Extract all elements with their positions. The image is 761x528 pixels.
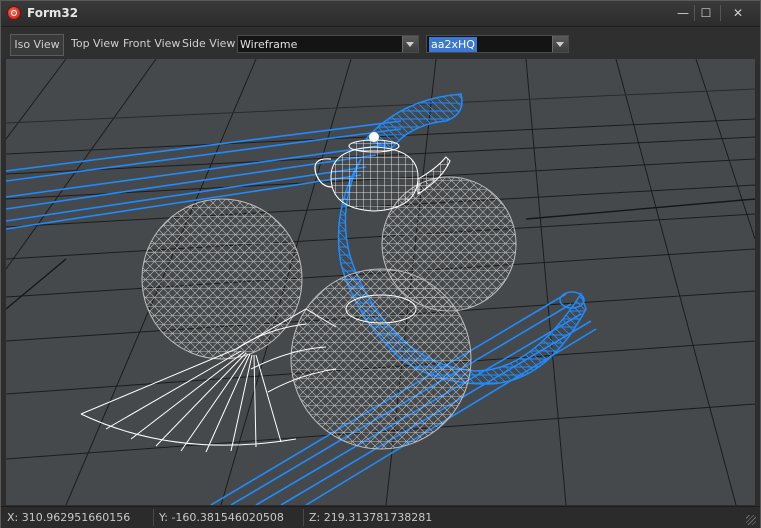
title-bar[interactable]: Form32 — ☐ ✕	[1, 1, 760, 27]
front-view-button[interactable]: Front View	[123, 34, 180, 54]
x-coordinate: X: 310.962951660156	[7, 511, 131, 524]
3d-viewport[interactable]	[6, 59, 755, 505]
z-coordinate: Z: 219.313781738281	[309, 511, 433, 524]
scene-canvas	[6, 59, 755, 505]
render-mode-select[interactable]: Wireframe	[237, 35, 419, 53]
side-view-button[interactable]: Side View	[182, 34, 235, 54]
render-mode-value: Wireframe	[240, 38, 298, 51]
titlebar-divider	[720, 5, 721, 21]
top-view-button[interactable]: Top View	[71, 34, 119, 54]
status-divider	[153, 509, 154, 526]
app-logo-icon	[7, 6, 21, 20]
iso-view-button[interactable]: Iso View	[10, 34, 64, 56]
status-bar: X: 310.962951660156 Y: -160.381546020508…	[1, 506, 760, 528]
resize-grip-icon[interactable]	[746, 515, 756, 525]
maximize-button[interactable]: ☐	[695, 3, 717, 23]
chevron-down-icon[interactable]	[552, 36, 568, 52]
chevron-down-icon[interactable]	[402, 36, 418, 52]
status-divider	[303, 509, 304, 526]
app-window: Form32 — ☐ ✕ Iso View Top View Front Vie…	[0, 0, 761, 528]
minimize-button[interactable]: —	[672, 3, 694, 23]
wireframe-spheres	[141, 176, 517, 450]
window-title: Form32	[27, 6, 79, 20]
y-coordinate: Y: -160.381546020508	[159, 511, 284, 524]
quality-select[interactable]: aa2xHQ	[426, 35, 569, 53]
toolbar: Iso View Top View Front View Side View W…	[1, 27, 760, 59]
quality-value: aa2xHQ	[429, 37, 477, 52]
close-button[interactable]: ✕	[727, 3, 749, 23]
